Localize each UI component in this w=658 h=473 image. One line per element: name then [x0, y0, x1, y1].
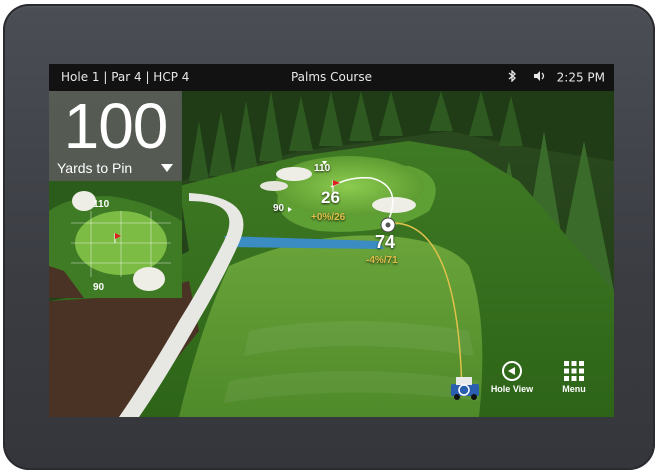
- hole-view-button[interactable]: Hole View: [489, 360, 535, 394]
- clock: 2:25 PM: [556, 70, 605, 85]
- marker-110: 110: [314, 163, 331, 174]
- cart-screen: Hole 1 | Par 4 | HCP 4 Palms Course 2:25…: [49, 64, 614, 417]
- status-right: 2:25 PM: [508, 69, 605, 85]
- pin-distance: 26: [321, 188, 340, 207]
- minimap-yardage-110: 110: [93, 199, 110, 210]
- status-bar: Hole 1 | Par 4 | HCP 4 Palms Course 2:25…: [49, 64, 614, 91]
- minimap-yardage-90: 90: [93, 282, 105, 293]
- target-distance: 74: [375, 232, 396, 252]
- yards-to-pin-panel[interactable]: 100 Yards to Pin: [49, 90, 182, 181]
- pin-adjusted-distance: +0%/26: [311, 212, 346, 223]
- volume-icon[interactable]: [533, 70, 547, 85]
- marker-90: 90: [273, 203, 285, 214]
- menu-label: Menu: [562, 384, 586, 394]
- menu-button[interactable]: Menu: [554, 360, 594, 394]
- target-adjusted-distance: -4%/71: [366, 255, 398, 266]
- yards-to-pin-value: 100: [63, 90, 169, 162]
- green-minimap-graphic: [49, 181, 182, 298]
- grid-menu-icon: [564, 361, 584, 381]
- bluetooth-icon: [508, 69, 517, 85]
- hole-view-icon: [502, 361, 522, 381]
- yards-to-pin-label: Yards to Pin: [57, 160, 133, 176]
- chevron-down-icon[interactable]: [161, 164, 173, 172]
- green-minimap[interactable]: 110 90: [49, 181, 182, 298]
- hole-view-label: Hole View: [490, 384, 534, 394]
